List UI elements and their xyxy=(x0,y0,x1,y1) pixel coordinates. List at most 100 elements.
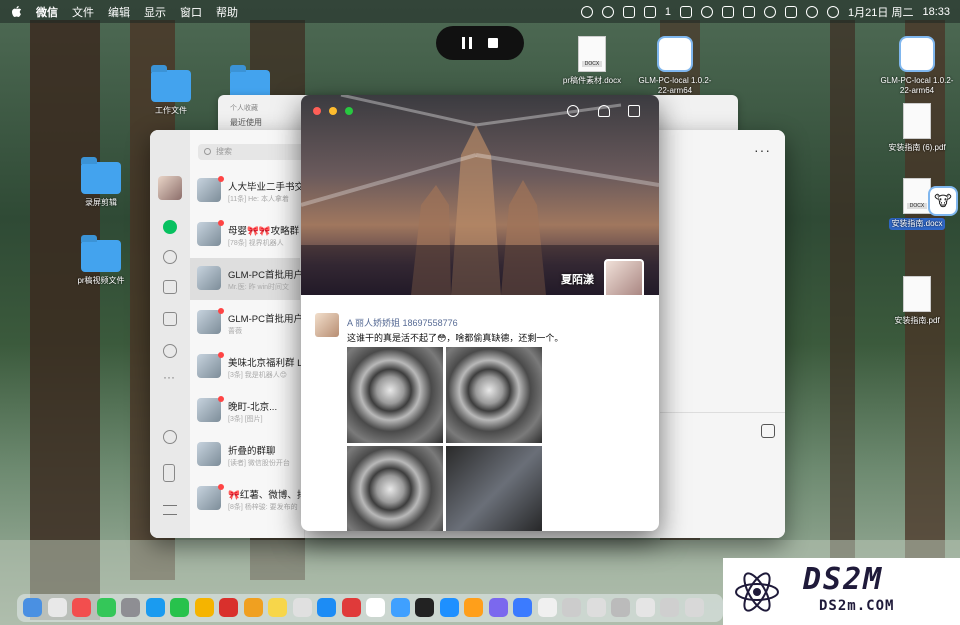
desktop-file-guide-pdf-6[interactable]: 安装指南 (6).pdf xyxy=(877,103,957,153)
cow-drag-icon[interactable]: 🐮 xyxy=(928,186,958,216)
chat-list-item[interactable]: 晚町-北京... [3条] [图片] xyxy=(190,390,300,432)
dock-app-icon[interactable] xyxy=(660,598,679,617)
dock-app-icon[interactable] xyxy=(145,598,165,617)
desktop-app-glm-1[interactable]: 🐮 GLM-PC-local 1.0.2-22-arm64 xyxy=(635,36,715,96)
dock-app-icon[interactable] xyxy=(268,598,287,617)
watermark: DS2M DS2m.COM xyxy=(723,558,960,625)
post-author-name[interactable]: A 丽人娇娇姐 xyxy=(347,318,400,328)
finder-recent-item[interactable]: 最近使用 xyxy=(230,117,262,128)
close-window-button[interactable] xyxy=(313,107,321,115)
desktop-folder-work[interactable]: 工作文件 xyxy=(131,65,211,116)
dock-app-icon[interactable] xyxy=(341,598,361,617)
menubar-time[interactable]: 18:33 xyxy=(922,6,950,18)
battery-icon[interactable] xyxy=(743,5,756,18)
control-center-icon[interactable] xyxy=(785,5,798,18)
refresh-icon[interactable] xyxy=(567,105,579,117)
dock-app-icon[interactable] xyxy=(72,598,91,617)
dock-app-icon[interactable] xyxy=(23,598,42,617)
moments-cover-image[interactable]: 夏陌漾 xyxy=(301,95,659,295)
siri-icon[interactable] xyxy=(827,5,840,18)
files-tab-icon[interactable] xyxy=(163,312,177,326)
moments-tab-icon[interactable] xyxy=(163,344,177,358)
camera-icon[interactable] xyxy=(628,105,640,117)
chat-avatar xyxy=(197,222,221,246)
contacts-tab-icon[interactable] xyxy=(163,250,177,264)
chat-preview: [78条] 视界机器人 xyxy=(228,240,284,247)
post-photo-1[interactable] xyxy=(347,347,443,443)
dock-app-icon[interactable] xyxy=(513,598,532,617)
desktop-app-glm-2[interactable]: 🐮 GLM-PC-local 1.0.2-22-arm64 xyxy=(877,36,957,96)
dock-app-icon[interactable] xyxy=(684,598,704,617)
chat-list-item[interactable]: 母婴🎀🎀攻略群 [78条] 视界机器人 xyxy=(190,214,300,256)
chat-list-item[interactable]: 人大毕业二手书交 [11条] He: 本人拿着 xyxy=(190,170,304,212)
dock-app-icon[interactable] xyxy=(194,598,214,617)
chat-list-item[interactable]: 🎀红薯、微博、抖 [8条] 杨梓骏: 要发布的 xyxy=(190,478,306,520)
wechat-status-icon[interactable] xyxy=(701,5,714,18)
menu-view[interactable]: 显示 xyxy=(144,4,166,20)
dock-app-icon[interactable] xyxy=(439,598,459,617)
post-author[interactable]: A 丽人娇娇姐 18697558776 xyxy=(347,316,458,329)
post-photo-3[interactable] xyxy=(347,446,443,531)
desktop-file-guide-pdf[interactable]: 安装指南.pdf xyxy=(877,276,957,326)
wps-icon[interactable] xyxy=(622,5,635,18)
menubar-date[interactable]: 1月21日 周二 xyxy=(848,4,913,20)
post-author-phone: 18697558776 xyxy=(402,318,458,328)
post-author-avatar[interactable] xyxy=(315,313,339,337)
dock-app-icon[interactable] xyxy=(537,598,557,617)
menu-help[interactable]: 帮助 xyxy=(216,4,238,20)
post-photo-2[interactable] xyxy=(446,347,542,443)
chat-list-item[interactable]: GLM-PC首批用户 蔷薇 xyxy=(190,302,303,344)
dock-app-icon[interactable] xyxy=(415,598,434,617)
desktop-folder-pr-video[interactable]: pr稿视频文件 xyxy=(61,235,141,286)
moments-owner-avatar[interactable] xyxy=(604,259,644,295)
dock-app-icon[interactable] xyxy=(96,598,116,617)
more-options-button[interactable]: ··· xyxy=(754,142,771,158)
apple-icon[interactable] xyxy=(10,5,22,18)
menu-edit[interactable]: 编辑 xyxy=(108,4,130,20)
minimize-window-button[interactable] xyxy=(329,107,337,115)
voice-call-icon[interactable] xyxy=(761,424,775,438)
desktop-file-pr-docx[interactable]: DOCX pr稿件素材.docx xyxy=(552,36,632,86)
pause-recording-button[interactable] xyxy=(462,37,472,49)
dock-app-icon[interactable] xyxy=(390,598,410,617)
music-icon[interactable] xyxy=(163,430,177,444)
clipboard-icon[interactable] xyxy=(680,5,693,18)
my-avatar[interactable] xyxy=(158,176,182,200)
dock-app-icon[interactable] xyxy=(464,598,483,617)
zoom-window-button[interactable] xyxy=(345,107,353,115)
dock-app-icon[interactable] xyxy=(366,598,385,617)
post-photo-4[interactable] xyxy=(446,446,542,531)
favorites-tab-icon[interactable] xyxy=(163,280,177,294)
notification-icon[interactable] xyxy=(643,5,656,18)
dock-app-icon[interactable] xyxy=(121,598,140,617)
dock-app-icon[interactable] xyxy=(219,598,238,617)
dock-app-icon[interactable] xyxy=(170,598,189,617)
phone-device-icon[interactable] xyxy=(163,464,175,482)
dock-app-icon[interactable] xyxy=(317,598,336,617)
stop-recording-button[interactable] xyxy=(488,38,498,48)
dock-app-icon[interactable] xyxy=(47,598,67,617)
more-apps-icon[interactable]: ··· xyxy=(163,370,175,384)
chat-tab-icon[interactable] xyxy=(163,220,177,234)
wifi-icon[interactable] xyxy=(764,5,777,18)
chat-list-item[interactable]: GLM-PC首批用户 Mr.医: 昨 win时间文 xyxy=(190,258,303,300)
dock-app-icon[interactable] xyxy=(488,598,508,617)
dock-app-icon[interactable] xyxy=(243,598,263,617)
menu-icon[interactable] xyxy=(163,505,177,515)
record-status-icon[interactable] xyxy=(580,5,593,18)
chat-list-item[interactable]: 折叠的群聊 [读者] 微信股份开台 xyxy=(190,434,300,476)
desktop-folder-screen-edit[interactable]: 录屏剪辑 xyxy=(61,157,141,208)
menu-file[interactable]: 文件 xyxy=(72,4,94,20)
dock-app-icon[interactable] xyxy=(611,598,630,617)
dock-app-icon[interactable] xyxy=(586,598,606,617)
chat-list-item[interactable]: 美味北京福利群 L4 [3条] 我是机器人😊 xyxy=(190,346,308,388)
dock-app-icon[interactable] xyxy=(292,598,312,617)
spotlight-icon[interactable] xyxy=(806,5,819,18)
dock-app-icon[interactable] xyxy=(635,598,655,617)
menu-window[interactable]: 窗口 xyxy=(180,4,202,20)
notification-bell-icon[interactable] xyxy=(598,105,610,117)
scheduler-icon[interactable] xyxy=(722,5,735,18)
menu-app-wechat[interactable]: 微信 xyxy=(36,4,58,20)
share-icon[interactable] xyxy=(601,5,614,18)
dock-app-icon[interactable] xyxy=(562,598,581,617)
